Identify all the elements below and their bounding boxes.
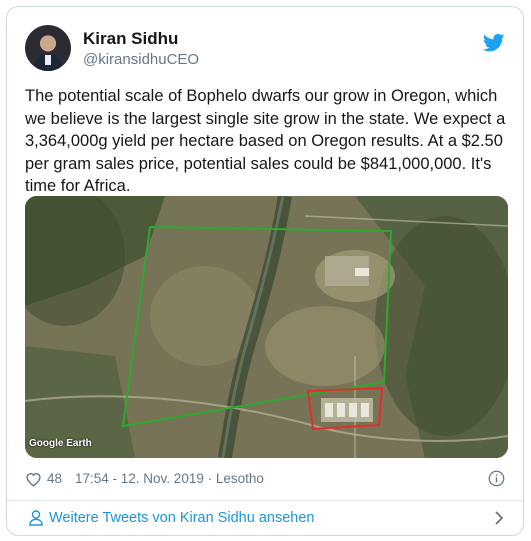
author-name[interactable]: Kiran Sidhu — [83, 29, 178, 49]
tweet-timestamp[interactable]: 17:54 - 12. Nov. 2019 · Lesotho — [75, 471, 264, 486]
tweet-meta: 48 17:54 - 12. Nov. 2019 · Lesotho — [25, 470, 505, 490]
author-handle[interactable]: @kiransidhuCEO — [83, 51, 199, 68]
avatar-collar — [45, 55, 51, 65]
image-attribution: Google Earth — [29, 438, 92, 449]
more-tweets-link[interactable]: Weitere Tweets von Kiran Sidhu ansehen — [25, 507, 505, 531]
avatar[interactable] — [25, 25, 71, 71]
like-count[interactable]: 48 — [47, 471, 62, 486]
divider — [7, 500, 523, 501]
user-icon — [29, 510, 43, 526]
tweet-header: Kiran Sidhu @kiransidhuCEO — [25, 25, 505, 75]
heart-icon[interactable] — [25, 471, 42, 487]
tweet-text: The potential scale of Bophelo dwarfs ou… — [25, 87, 506, 195]
tweet-card: Kiran Sidhu @kiransidhuCEO The potential… — [6, 6, 524, 536]
info-icon[interactable] — [488, 470, 505, 487]
satellite-map — [25, 196, 508, 458]
more-tweets-label[interactable]: Weitere Tweets von Kiran Sidhu ansehen — [49, 510, 314, 526]
chevron-right-icon[interactable] — [493, 510, 505, 526]
tweet-image[interactable]: Google Earth — [25, 196, 508, 458]
twitter-bird-icon[interactable] — [483, 33, 505, 53]
